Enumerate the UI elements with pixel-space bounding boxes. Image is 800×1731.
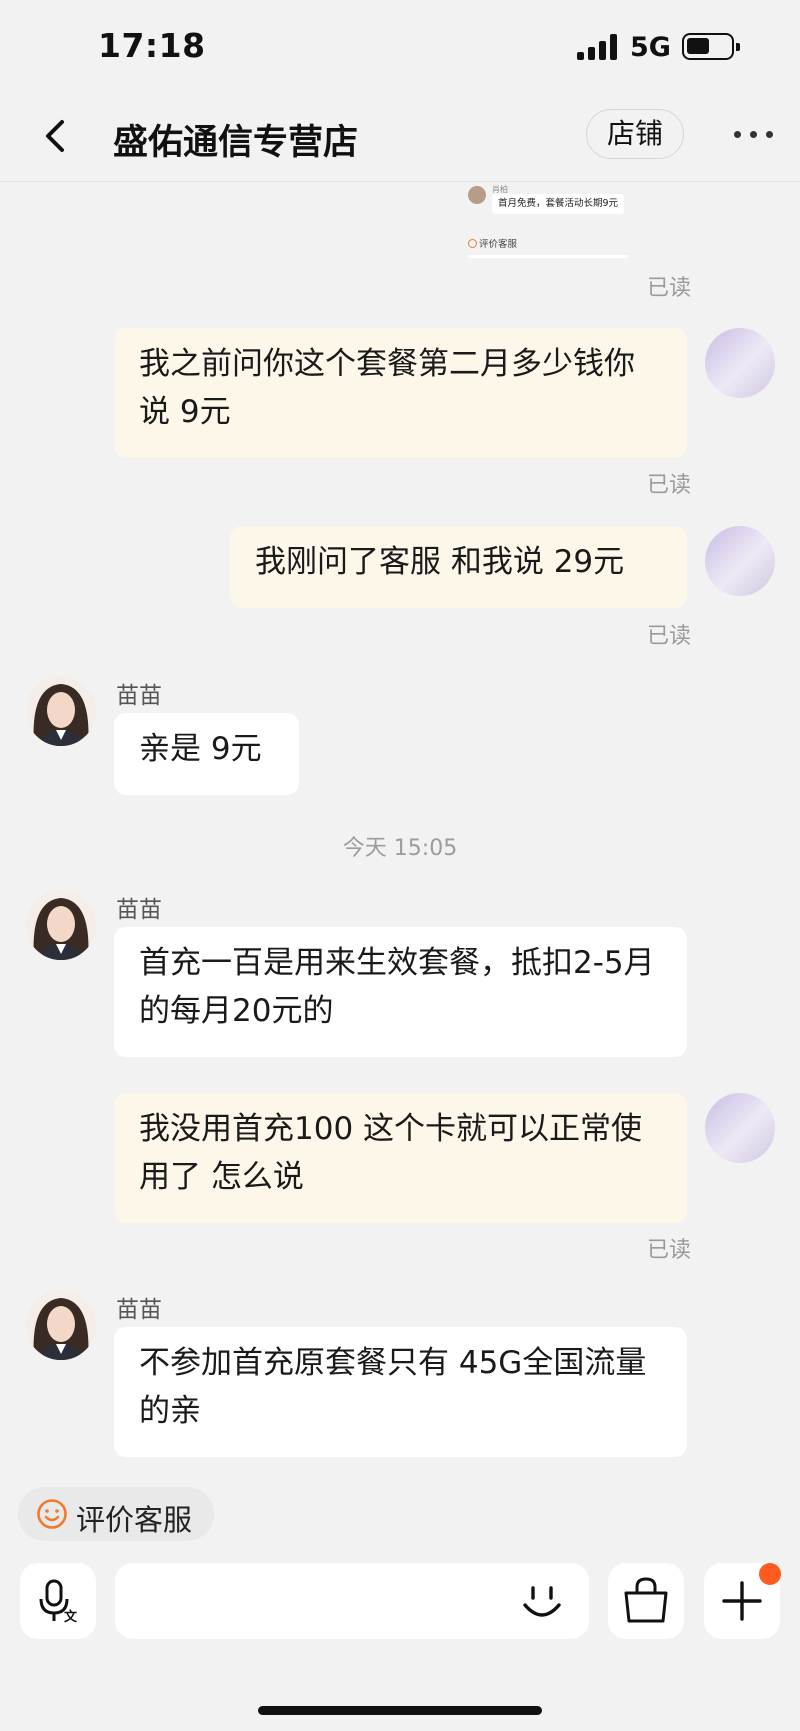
my-avatar[interactable]: [705, 526, 775, 596]
thumb-message: 首月免费，套餐活动长期9元: [492, 194, 625, 214]
store-button[interactable]: 店铺: [586, 109, 684, 159]
my-message-bubble[interactable]: 我刚问了客服 和我说 29元: [230, 526, 687, 608]
my-message-bubble[interactable]: 我之前问你这个套餐第二月多少钱你说 9元: [114, 328, 687, 458]
voice-to-text-icon: 文: [39, 1579, 78, 1625]
shopping-bag-button[interactable]: [608, 1563, 684, 1639]
shop-title: 盛佑通信专营店: [113, 123, 359, 163]
agent-message-bubble[interactable]: 不参加首充原套餐只有 45G全国流量的亲: [114, 1327, 687, 1457]
read-receipt: 已读: [647, 624, 692, 649]
thumb-avatar: [468, 186, 486, 204]
home-indicator[interactable]: [258, 1706, 542, 1715]
status-bar: 17:18 5G: [0, 0, 800, 96]
chat-header: 盛佑通信专营店 店铺: [0, 96, 800, 182]
rate-service-button[interactable]: 评价客服: [18, 1487, 214, 1541]
thumb-rate-label: 评价客服: [479, 239, 518, 250]
agent-avatar[interactable]: [26, 1290, 96, 1360]
voice-to-text-button[interactable]: 文: [20, 1563, 96, 1639]
thumb-smile-icon: [468, 239, 477, 248]
agent-message-bubble[interactable]: 首充一百是用来生效套餐，抵扣2-5月的每月20元的: [114, 927, 687, 1057]
read-receipt: 已读: [647, 276, 692, 301]
battery-icon: [682, 33, 740, 60]
agent-name: 苗苗: [116, 897, 162, 923]
agent-avatar[interactable]: [26, 676, 96, 746]
notification-badge: [759, 1563, 781, 1585]
more-icon[interactable]: [734, 129, 774, 143]
read-receipt: 已读: [647, 1238, 692, 1263]
my-avatar[interactable]: [705, 1093, 775, 1163]
thumb-rate: 评价客服: [468, 236, 517, 250]
agent-name: 苗苗: [116, 1297, 162, 1323]
my-avatar[interactable]: [705, 328, 775, 398]
status-time: 17:18: [98, 26, 206, 65]
svg-text:文: 文: [64, 1609, 78, 1625]
message-input[interactable]: [115, 1563, 589, 1639]
signal-icon: [577, 34, 619, 60]
shopping-bag-icon: [624, 1577, 668, 1623]
read-receipt: 已读: [647, 473, 692, 498]
smile-rate-icon: [37, 1499, 67, 1529]
agent-avatar[interactable]: [26, 890, 96, 960]
timestamp: 今天 15:05: [342, 836, 458, 861]
rate-service-label: 评价客服: [76, 1503, 193, 1537]
back-icon[interactable]: [36, 116, 76, 156]
thumb-divider: [468, 255, 628, 258]
agent-message-bubble[interactable]: 亲是 9元: [114, 713, 299, 795]
emoji-icon[interactable]: [519, 1579, 565, 1625]
agent-name: 苗苗: [116, 683, 162, 709]
network-type: 5G: [630, 32, 671, 63]
shared-image-message[interactable]: 肖柏 首月免费，套餐活动长期9元 评价客服: [458, 182, 688, 260]
my-message-bubble[interactable]: 我没用首充100 这个卡就可以正常使用了 怎么说: [114, 1093, 687, 1223]
